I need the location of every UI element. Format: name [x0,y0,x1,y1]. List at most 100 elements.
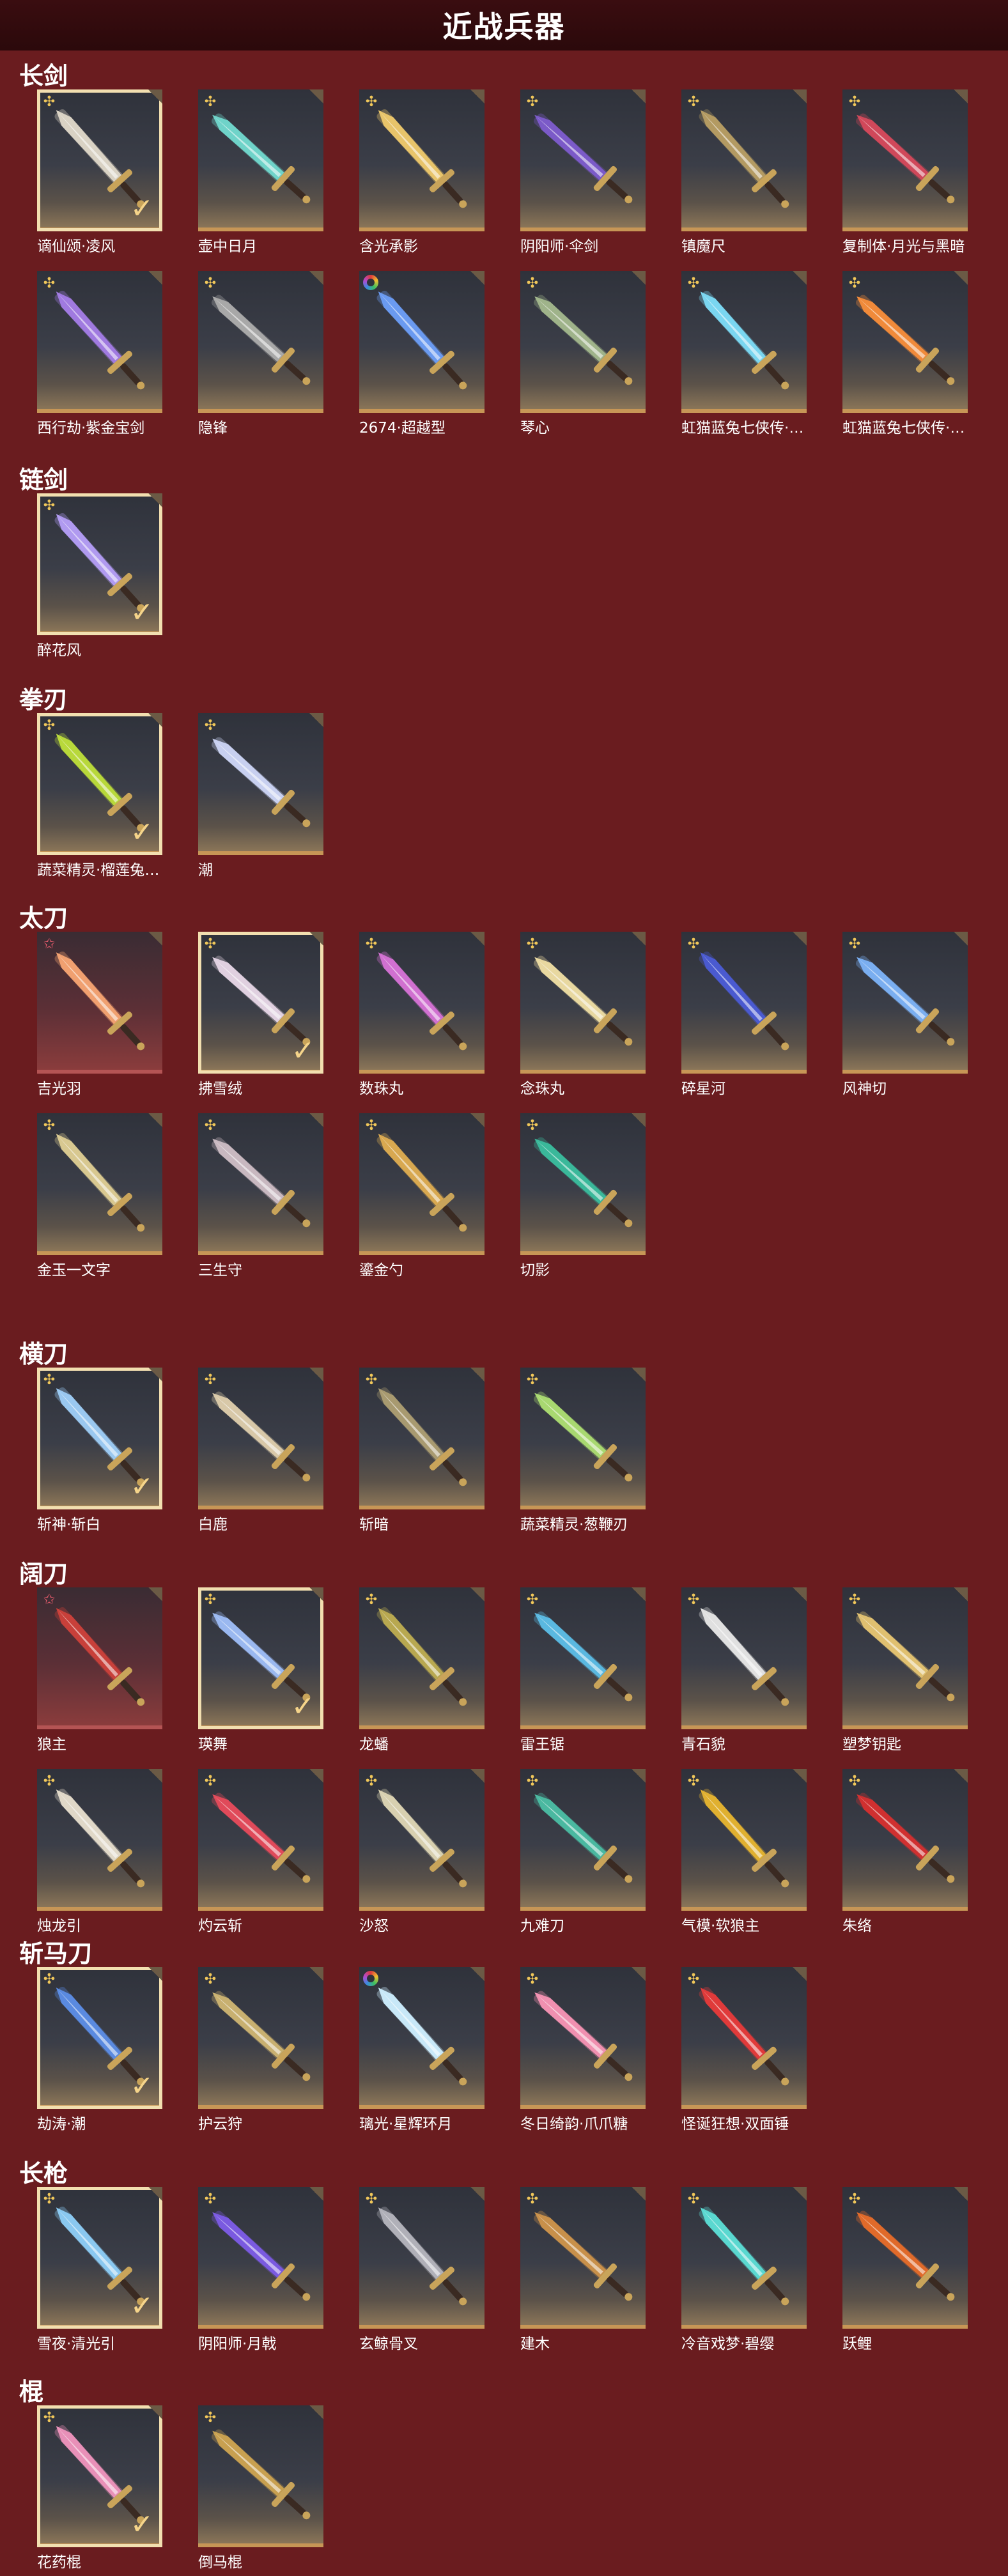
weapon-card[interactable]: ✣ 阴阳师·伞剑 [520,89,646,255]
weapon-card[interactable]: ✣ 冷音戏梦·碧缨 [681,2187,807,2352]
weapon-image [376,1788,467,1888]
weapon-card[interactable]: 璃光·星辉环月 [359,1967,485,2133]
weapon-card[interactable]: ✣ ✓ 拂雪绒 [198,932,323,1097]
weapon-card[interactable]: ✣ ✓ 斩神·斩白 [37,1368,162,1533]
corner-fold-icon [309,2187,323,2201]
weapon-image [855,1611,955,1702]
weapon-name: 谪仙颂·凌风 [37,238,116,255]
corner-fold-icon [954,2187,968,2201]
weapon-card[interactable]: ✣ 数珠丸 [359,932,485,1097]
weapon-image [54,290,145,390]
corner-fold-icon [954,271,968,285]
weapon-tile: ✣ [359,1769,485,1911]
weapon-card[interactable]: ✩ 吉光羽 [37,932,162,1097]
weapon-card[interactable]: ✣ 风神切 [842,932,968,1097]
corner-fold-icon [954,932,968,946]
weapon-card[interactable]: ✣ 龙蟠 [359,1587,485,1753]
weapon-tile: ✣ [520,271,646,413]
sparkle-badge-icon: ✣ [687,2191,700,2207]
weapon-card[interactable]: ✣ 斩暗 [359,1368,485,1533]
weapon-card[interactable]: ✣ ✓ 谪仙颂·凌风 [37,89,162,255]
weapon-card[interactable]: ✣ 阴阳师·月戟 [198,2187,323,2352]
weapon-tile [359,271,485,413]
weapon-card[interactable]: ✣ 塑梦钥匙 [842,1587,968,1753]
weapon-card[interactable]: ✣ 切影 [520,1113,646,1279]
weapon-tile: ✣ [198,2187,323,2329]
weapon-card[interactable]: ✣ 蔬菜精灵·葱鞭刃 [520,1368,646,1533]
weapon-card[interactable]: ✣ 跃鲤 [842,2187,968,2352]
owned-check-icon: ✓ [130,2071,154,2102]
weapon-card[interactable]: ✣ 倒马棍 [198,2405,323,2571]
corner-fold-icon [793,89,807,104]
weapon-card[interactable]: ✣ 气模·软狼主 [681,1769,807,1934]
weapon-card[interactable]: ✣ 镇魔尺 [681,89,807,255]
weapon-card[interactable]: ✣ 青石貌 [681,1587,807,1753]
weapon-card[interactable]: ✣ 虹猫蓝兔七侠传·长虹剑 [842,271,977,436]
category-title: 长枪 [19,2159,68,2187]
weapon-tile: ✣ [198,1113,323,1255]
corner-fold-icon [148,1113,162,1127]
weapon-card[interactable]: ✣ 烛龙引 [37,1769,162,1934]
weapon-card[interactable]: ✣ 三生守 [198,1113,323,1279]
weapon-tile: ✣ [842,271,968,413]
weapon-card[interactable]: ✣ 含光承影 [359,89,485,255]
weapon-card[interactable]: ✩ 狼主 [37,1587,162,1753]
weapon-name: 冷音戏梦·碧缨 [681,2336,775,2352]
weapon-name: 斩暗 [359,1516,389,1533]
weapon-name: 蔬菜精灵·葱鞭刃 [520,1516,628,1533]
weapon-card[interactable]: ✣ 壶中日月 [198,89,323,255]
weapon-card[interactable]: ✣ 怪诞狂想·双面锤 [681,1967,807,2133]
weapon-tile: ✣ [198,713,323,855]
weapon-card[interactable]: ✣ 金玉一文字 [37,1113,162,1279]
sparkle-badge-icon: ✣ [43,497,56,513]
weapon-name: 碎星河 [681,1081,725,1097]
weapon-image [855,1793,955,1883]
weapon-card[interactable]: ✣ 白鹿 [198,1368,323,1533]
weapon-card[interactable]: ✣ ✓ 劫涛·潮 [37,1967,162,2133]
corner-fold-icon [954,1587,968,1601]
weapon-card[interactable]: ✣ 潮 [198,713,323,879]
weapon-name: 阴阳师·月戟 [198,2336,277,2352]
weapon-card[interactable]: ✣ 九难刀 [520,1769,646,1934]
weapon-card[interactable]: ✣ 鎏金勺 [359,1113,485,1279]
weapon-card[interactable]: ✣ 玄鲸骨叉 [359,2187,485,2352]
weapon-card[interactable]: ✣ 念珠丸 [520,932,646,1097]
weapon-card[interactable]: ✣ 建木 [520,2187,646,2352]
weapon-card[interactable]: ✣ 冬日绮韵·爪爪糖 [520,1967,646,2133]
weapon-card[interactable]: ✣ 复制体·月光与黑暗 [842,89,968,255]
weapon-tile: ✣ [681,271,807,413]
page-title: 近战兵器 [442,10,566,44]
weapon-card[interactable]: ✣ ✓ 蔬菜精灵·榴莲兔兔拳 [37,713,171,879]
weapon-card[interactable]: ✣ 西行劫·紫金宝剑 [37,271,162,436]
weapon-card[interactable]: ✣ ✓ 醉花风 [37,493,162,659]
weapon-image [533,955,633,1046]
corner-fold-icon [470,1769,485,1783]
weapon-card[interactable]: ✣ 碎星河 [681,932,807,1097]
owned-check-icon: ✓ [130,2509,154,2540]
sparkle-badge-icon: ✣ [526,275,539,291]
weapon-card[interactable]: ✣ 沙怒 [359,1769,485,1934]
weapon-tile: ✣ [681,1769,807,1911]
weapon-name: 数珠丸 [359,1081,403,1097]
weapon-card[interactable]: ✣ 虹猫蓝兔七侠传·冰魄剑 [681,271,816,436]
corner-fold-icon [148,1967,162,1981]
sparkle-badge-icon: ✣ [687,936,700,952]
corner-fold-icon [148,493,162,507]
weapon-card[interactable]: ✣ ✓ 瑛舞 [198,1587,323,1753]
weapon-card[interactable]: ✣ 灼云斩 [198,1769,323,1934]
owned-check-icon: ✓ [130,193,154,224]
weapon-card[interactable]: ✣ ✓ 花药棍 [37,2405,162,2571]
corner-fold-icon [309,1769,323,1783]
weapon-card[interactable]: 2674·超越型 [359,271,485,436]
weapon-tile: ✣ [681,89,807,231]
corner-fold-icon [148,2187,162,2201]
corner-fold-icon [470,1368,485,1382]
weapon-card[interactable]: ✣ ✓ 雪夜·清光引 [37,2187,162,2352]
weapon-image [376,109,467,208]
weapon-card[interactable]: ✣ 隐锋 [198,271,323,436]
weapon-card[interactable]: ✣ 朱络 [842,1769,968,1934]
weapon-card[interactable]: ✣ 琴心 [520,271,646,436]
corner-fold-icon [309,1113,323,1127]
weapon-card[interactable]: ✣ 雷王锯 [520,1587,646,1753]
weapon-card[interactable]: ✣ 护云狩 [198,1967,323,2133]
